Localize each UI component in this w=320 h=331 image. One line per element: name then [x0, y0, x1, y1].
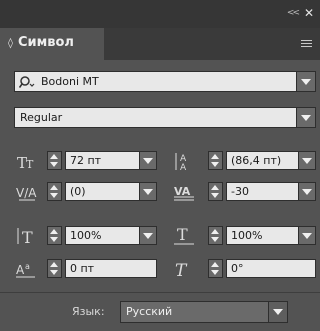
chevron-down-icon[interactable] — [296, 108, 315, 127]
character-panel: << ✕ ◊ Символ Bodoni MT Regular TT 72 пт… — [0, 0, 320, 331]
vertical-scale-field[interactable]: 100% — [65, 226, 157, 245]
svg-text:T: T — [177, 226, 188, 244]
font-size-field[interactable]: 72 пт — [65, 151, 157, 170]
font-size-icon: TT — [15, 151, 41, 172]
language-value: Русский — [126, 305, 173, 318]
svg-text:VA: VA — [174, 185, 191, 198]
baseline-shift-stepper[interactable] — [47, 259, 62, 278]
chevron-down-icon[interactable] — [298, 183, 315, 200]
leading-stepper[interactable] — [208, 151, 223, 170]
svg-text:A: A — [16, 263, 25, 277]
leading-value: (86,4 пт) — [231, 154, 282, 167]
svg-text:T: T — [175, 261, 188, 279]
svg-text:V/A: V/A — [16, 186, 37, 200]
vertical-scale-value: 100% — [70, 229, 102, 242]
skew-stepper[interactable] — [208, 259, 223, 278]
panel-menu-icon[interactable] — [301, 40, 312, 48]
skew-icon: T — [172, 259, 198, 281]
font-size-stepper[interactable] — [47, 151, 62, 170]
chevron-down-icon[interactable] — [298, 152, 315, 169]
tracking-stepper[interactable] — [208, 182, 223, 201]
svg-text:T: T — [22, 228, 33, 246]
tracking-field[interactable]: -30 — [226, 182, 316, 201]
search-icon — [19, 76, 35, 88]
divider — [0, 292, 320, 293]
baseline-shift-icon: Aa — [15, 259, 41, 279]
close-icon[interactable]: ✕ — [304, 6, 314, 20]
chevron-down-icon[interactable] — [139, 183, 156, 200]
font-style-value: Regular — [20, 111, 63, 124]
horizontal-scale-field[interactable]: 100% — [226, 226, 316, 245]
leading-icon: AA — [172, 151, 198, 173]
chevron-down-icon[interactable] — [296, 72, 315, 91]
horizontal-scale-value: 100% — [231, 229, 263, 242]
chevron-down-icon[interactable] — [298, 227, 315, 244]
baseline-shift-field[interactable]: 0 пт — [65, 259, 157, 278]
kerning-stepper[interactable] — [47, 182, 62, 201]
kerning-value: (0) — [70, 185, 86, 198]
skew-value: 0° — [231, 262, 244, 275]
skew-field[interactable]: 0° — [226, 259, 316, 278]
font-size-value: 72 пт — [70, 154, 102, 167]
vertical-scale-stepper[interactable] — [47, 226, 62, 245]
panel-tab-row: ◊ Символ — [0, 28, 320, 60]
font-family-select[interactable]: Bodoni MT — [14, 71, 316, 92]
tracking-value: -30 — [231, 185, 249, 198]
baseline-shift-value: 0 пт — [70, 262, 95, 275]
vertical-scale-icon: T — [15, 226, 41, 247]
tab-toggle-icon[interactable]: ◊ — [8, 38, 13, 49]
kerning-field[interactable]: (0) — [65, 182, 157, 201]
svg-text:T: T — [26, 158, 34, 171]
font-style-select[interactable]: Regular — [14, 107, 316, 128]
horizontal-scale-stepper[interactable] — [208, 226, 223, 245]
panel-title: Символ — [18, 35, 74, 50]
chevron-down-icon[interactable] — [268, 302, 287, 322]
language-select[interactable]: Русский — [120, 301, 288, 323]
language-label: Язык: — [72, 305, 105, 318]
svg-text:a: a — [25, 262, 30, 271]
panel-top-bar: << ✕ — [0, 0, 320, 28]
kerning-icon: V/A — [15, 182, 41, 202]
leading-field[interactable]: (86,4 пт) — [226, 151, 316, 170]
svg-text:A: A — [180, 163, 187, 171]
tab-character[interactable]: ◊ Символ — [0, 28, 104, 60]
horizontal-scale-icon: T — [172, 225, 198, 246]
chevron-down-icon[interactable] — [139, 152, 156, 169]
tracking-icon: VA — [172, 182, 198, 202]
font-family-value: Bodoni MT — [41, 75, 99, 88]
chevron-down-icon[interactable] — [139, 227, 156, 244]
collapse-icon[interactable]: << — [287, 8, 300, 18]
